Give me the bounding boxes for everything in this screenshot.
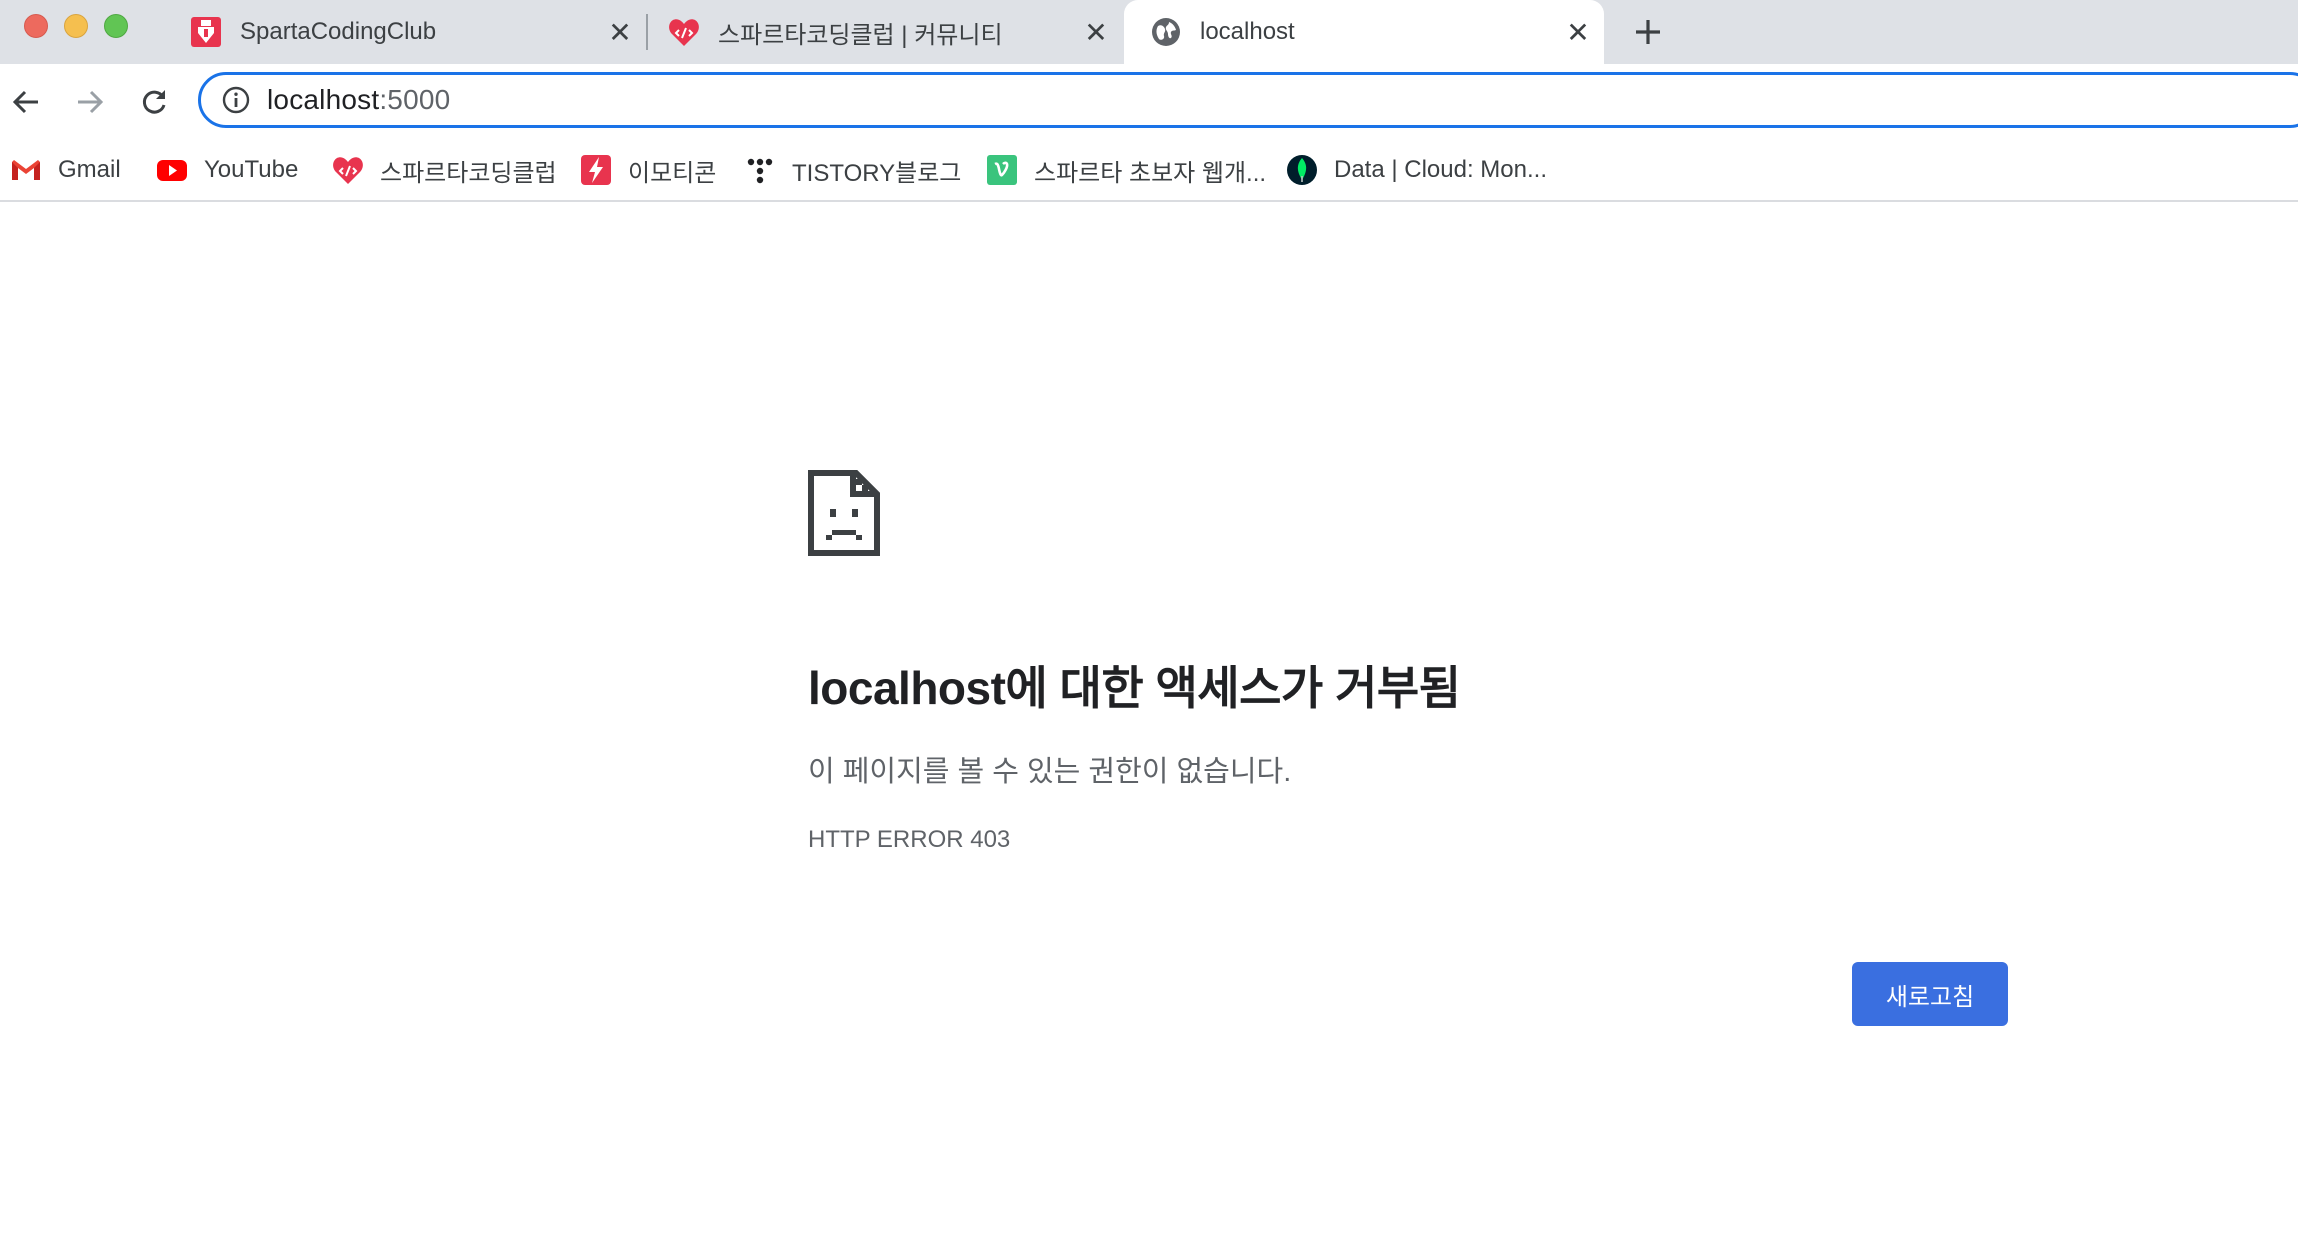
url-text: localhost:5000 (267, 84, 450, 116)
url-host: localhost (267, 84, 380, 115)
window-close-button[interactable] (24, 14, 48, 38)
reload-button[interactable] (132, 80, 176, 124)
arrow-right-icon (78, 90, 104, 114)
tab-localhost[interactable]: localhost ✕ (1124, 0, 1604, 64)
tab-title: 스파르타코딩클럽 | 커뮤니티 (718, 21, 1003, 49)
bookmark-label: 스파르타코딩클럽 (380, 159, 557, 187)
forward-button[interactable] (68, 80, 112, 124)
mongodb-leaf-icon (1287, 155, 1317, 185)
tab-title: SpartaCodingClub (240, 18, 437, 45)
emoticon-bolt-icon (581, 155, 611, 185)
bookmark-label: TISTORY블로그 (792, 159, 962, 187)
window-minimize-button[interactable] (64, 14, 88, 38)
sparta-logo-icon (191, 17, 221, 47)
bookmark-tistory[interactable]: TISTORY블로그 (744, 148, 961, 192)
bookmark-sparta[interactable]: 스파르타코딩클럽 (332, 148, 557, 192)
address-bar[interactable]: localhost:5000 (198, 72, 2298, 128)
close-icon[interactable]: ✕ (1080, 16, 1112, 48)
error-description: 이 페이지를 볼 수 있는 권한이 없습니다. (808, 756, 1292, 788)
new-tab-button[interactable] (1628, 14, 1668, 50)
tab-spartacodingclub[interactable]: SpartaCodingClub ✕ (190, 0, 636, 64)
bookmark-label: Gmail (58, 156, 121, 183)
reload-page-button[interactable]: 새로고침 (1852, 962, 2008, 1026)
plus-icon (1636, 20, 1660, 44)
globe-icon (1152, 18, 1180, 46)
info-icon[interactable] (221, 85, 251, 115)
tistory-icon (747, 158, 773, 184)
bookmark-youtube[interactable]: YouTube (156, 148, 298, 192)
tab-title: localhost (1200, 18, 1295, 45)
vimeo-v-icon (987, 155, 1017, 185)
error-page: localhost에 대한 액세스가 거부됨 이 페이지를 볼 수 있는 권한이… (0, 204, 2298, 1258)
close-icon[interactable]: ✕ (1562, 16, 1594, 48)
bookmark-label: YouTube (204, 156, 299, 183)
window-controls (24, 14, 128, 38)
sparta-community-icon (333, 157, 363, 184)
bookmarks-bar: Gmail YouTube 스파르타코딩클럽 이모티콘 TISTORY블로그 스… (0, 138, 2298, 202)
tab-separator (646, 14, 648, 50)
bookmark-mongodb[interactable]: Data | Cloud: Mon... (1286, 148, 1547, 192)
back-button[interactable] (4, 80, 48, 124)
bookmark-label: 스파르타 초보자 웹개... (1034, 159, 1267, 187)
tab-strip: SpartaCodingClub ✕ 스파르타코딩클럽 | 커뮤니티 ✕ loc… (0, 0, 2298, 64)
bookmark-gmail[interactable]: Gmail (10, 148, 121, 192)
error-title: localhost에 대한 액세스가 거부됨 (808, 662, 1461, 714)
bookmark-sparta-beginner[interactable]: 스파르타 초보자 웹개... (986, 148, 1266, 192)
error-code: HTTP ERROR 403 (808, 826, 1011, 853)
sad-file-icon (808, 470, 880, 556)
sparta-community-icon (669, 19, 699, 46)
browser-toolbar: localhost:5000 (0, 64, 2298, 138)
close-icon[interactable]: ✕ (604, 16, 636, 48)
bookmark-label: 이모티콘 (628, 159, 717, 187)
window-maximize-button[interactable] (104, 14, 128, 38)
bookmark-emoticon[interactable]: 이모티콘 (580, 148, 716, 192)
url-port: :5000 (379, 84, 451, 115)
youtube-icon (157, 160, 187, 181)
tab-sparta-community[interactable]: 스파르타코딩클럽 | 커뮤니티 ✕ (668, 0, 1112, 64)
reload-icon (142, 90, 166, 114)
bookmark-label: Data | Cloud: Mon... (1334, 156, 1547, 183)
gmail-icon (12, 160, 40, 180)
arrow-left-icon (12, 90, 38, 114)
